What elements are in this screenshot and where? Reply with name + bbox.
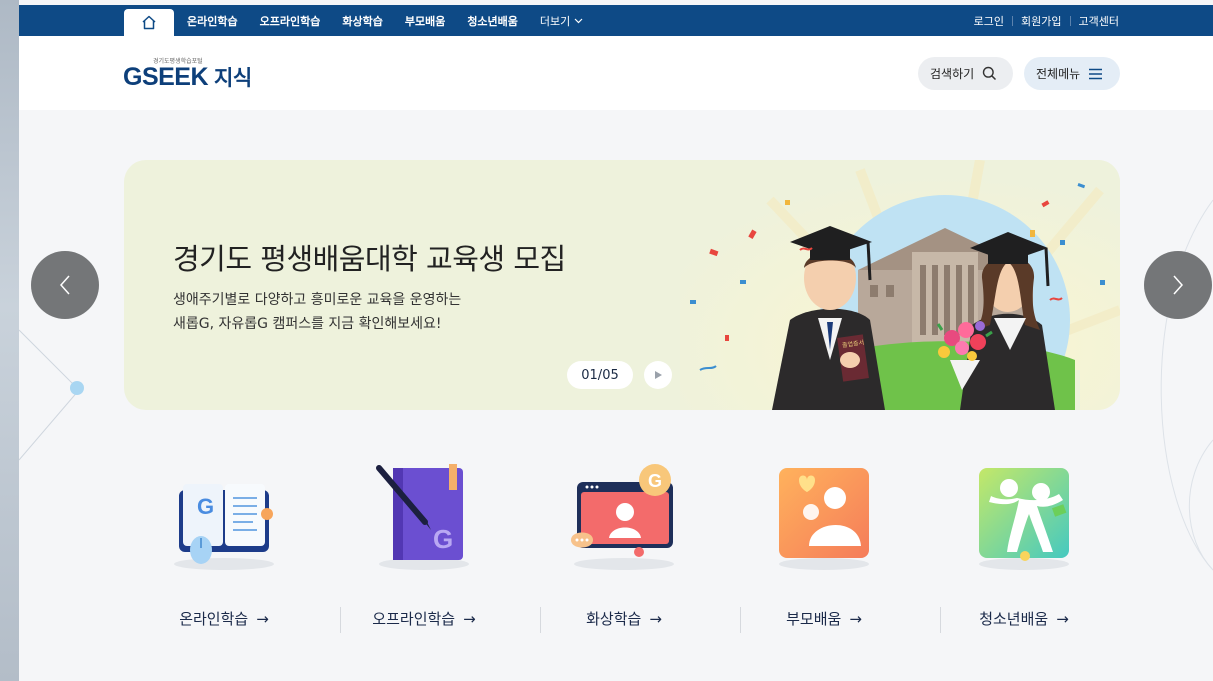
graduation-illustration: 졸업증서	[680, 160, 1120, 410]
logo-korean: 지식	[214, 67, 252, 90]
hamburger-icon	[1089, 68, 1103, 79]
quick-link-label: 청소년배움 →	[924, 608, 1124, 629]
quick-label-text: 부모배움	[786, 610, 842, 628]
nav-video-learning[interactable]: 화상학습	[342, 13, 382, 29]
quick-label-text: 화상학습	[586, 610, 642, 628]
quick-link-label: 오프라인학습 →	[324, 608, 524, 629]
quick-label-text: 온라인학습	[179, 610, 249, 628]
quick-link-label: 화상학습 →	[524, 608, 724, 629]
arrow-right-icon: →	[256, 610, 269, 628]
autoplay-button[interactable]	[644, 361, 672, 389]
chevron-left-icon	[59, 275, 70, 295]
chevron-right-icon	[1173, 275, 1184, 295]
video-learning-icon: G	[571, 464, 674, 570]
home-icon	[142, 15, 156, 30]
arrow-right-icon: →	[463, 610, 476, 628]
banner-title: 경기도 평생배움대학 교육생 모집	[173, 242, 566, 276]
svg-text:G: G	[433, 524, 453, 554]
top-nav-bar: 온라인학습 오프라인학습 화상학습 부모배움 청소년배움 더보기 로그인 회원가…	[19, 5, 1213, 36]
next-slide-button[interactable]	[1144, 251, 1212, 319]
logo-mark: GSEEK 지식	[123, 62, 252, 92]
nav-more-label: 더보기	[539, 14, 571, 28]
arrow-right-icon: →	[649, 610, 662, 628]
parent-learning-icon	[779, 468, 869, 570]
arrow-right-icon: →	[1056, 610, 1069, 628]
prev-slide-button[interactable]	[31, 251, 99, 319]
svg-text:G: G	[197, 494, 214, 519]
utility-links: 로그인 회원가입 고객센터	[974, 5, 1119, 36]
quick-links: G 온라인학습 → G 오프라인학습 → G 화상학습 → 부모배움 → 청소년…	[124, 455, 1124, 645]
slide-counter: 01/05	[567, 361, 633, 389]
search-label: 검색하기	[930, 67, 975, 81]
customer-center-link[interactable]: 고객센터	[1079, 13, 1119, 29]
all-menu-button[interactable]: 전체메뉴	[1024, 57, 1120, 90]
arrow-right-icon: →	[849, 610, 862, 628]
divider	[1012, 15, 1014, 26]
all-menu-label: 전체메뉴	[1036, 67, 1081, 81]
quick-label-text: 오프라인학습	[372, 610, 456, 628]
nav-parent-learning[interactable]: 부모배움	[405, 13, 445, 29]
page: 온라인학습 오프라인학습 화상학습 부모배움 청소년배움 더보기 로그인 회원가…	[19, 0, 1213, 681]
login-link[interactable]: 로그인	[974, 13, 1004, 29]
search-button[interactable]: 검색하기	[918, 57, 1013, 90]
quick-online-learning[interactable]: G 온라인학습 →	[124, 455, 324, 645]
quick-youth-learning[interactable]: 청소년배움 →	[924, 455, 1124, 645]
outer-background	[0, 0, 19, 681]
banner-description: 생애주기별로 다양하고 흥미로운 교육을 운영하는 새롭G, 자유롭G 캠퍼스를…	[173, 288, 461, 336]
quick-label-text: 청소년배움	[979, 610, 1049, 628]
offline-learning-icon: G	[376, 464, 469, 570]
hero-banner[interactable]: 경기도 평생배움대학 교육생 모집 생애주기별로 다양하고 흥미로운 교육을 운…	[124, 160, 1120, 410]
nav-youth-learning[interactable]: 청소년배움	[467, 13, 518, 29]
quick-parent-learning[interactable]: 부모배움 →	[724, 455, 924, 645]
quick-link-label: 부모배움 →	[724, 608, 924, 629]
chevron-down-icon	[574, 18, 583, 23]
nav-online-learning[interactable]: 온라인학습	[187, 13, 238, 29]
nav-offline-learning[interactable]: 오프라인학습	[260, 13, 321, 29]
play-icon	[655, 371, 662, 379]
quick-link-label: 온라인학습 →	[124, 608, 324, 629]
logo-text: GSEEK	[123, 63, 209, 91]
quick-offline-learning[interactable]: G 오프라인학습 →	[324, 455, 524, 645]
youth-learning-icon	[979, 468, 1069, 570]
nav-more[interactable]: 더보기	[540, 13, 583, 29]
signup-link[interactable]: 회원가입	[1021, 13, 1061, 29]
home-tab[interactable]	[124, 9, 174, 36]
banner-desc-line: 새롭G, 자유롭G 캠퍼스를 지금 확인해보세요!	[173, 316, 442, 332]
online-learning-icon: G	[174, 484, 274, 570]
quick-video-learning[interactable]: G 화상학습 →	[524, 455, 724, 645]
search-icon	[982, 66, 997, 81]
main-menu: 온라인학습 오프라인학습 화상학습 부모배움 청소년배움 더보기	[187, 5, 605, 36]
site-header: 경기도평생학습포털 GSEEK 지식 검색하기 전체메뉴	[19, 36, 1213, 110]
divider	[1069, 15, 1071, 26]
svg-text:G: G	[648, 471, 662, 491]
banner-desc-line: 생애주기별로 다양하고 흥미로운 교육을 운영하는	[173, 292, 462, 308]
